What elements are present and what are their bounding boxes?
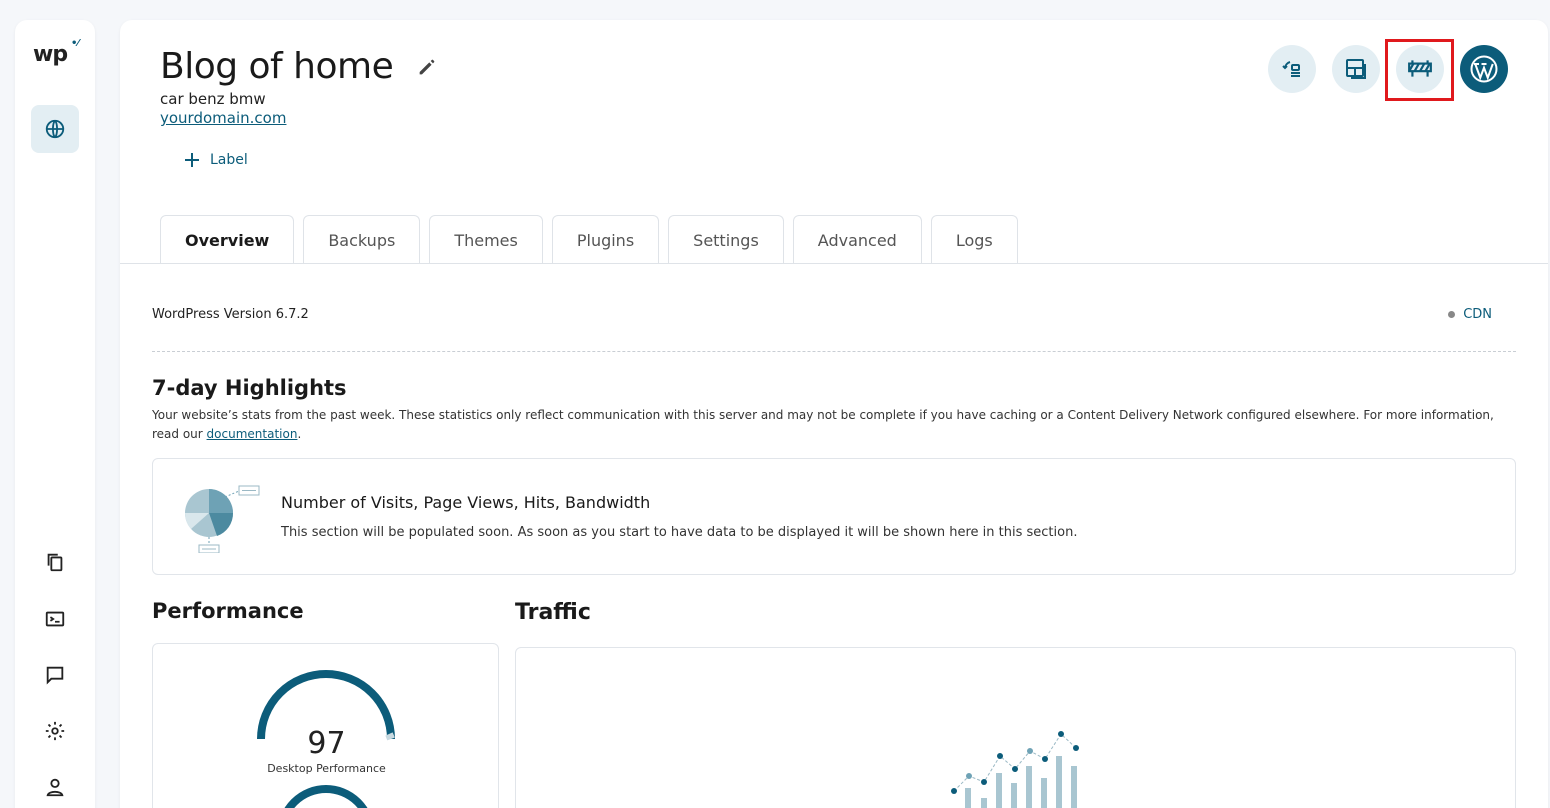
tab-bar: Overview Backups Themes Plugins Settings… bbox=[160, 215, 1018, 264]
copy-icon bbox=[47, 553, 63, 572]
chat-icon bbox=[46, 666, 64, 685]
wordpress-admin-button[interactable] bbox=[1460, 45, 1508, 93]
settings-nav-button[interactable] bbox=[43, 719, 67, 743]
cdn-label: CDN bbox=[1463, 307, 1492, 322]
tab-logs[interactable]: Logs bbox=[930, 215, 1018, 264]
gear-icon bbox=[45, 721, 65, 741]
cdn-status-dot bbox=[1448, 311, 1456, 318]
sidebar: wp •⁄ bbox=[15, 20, 95, 808]
performance-card: 97 Desktop Performance bbox=[152, 643, 499, 808]
tab-advanced[interactable]: Advanced bbox=[792, 215, 922, 264]
edit-title-button[interactable] bbox=[416, 56, 438, 78]
highlights-empty-card: Number of Visits, Page Views, Hits, Band… bbox=[152, 458, 1516, 575]
highlights-description-end: . bbox=[297, 427, 302, 441]
tab-overview[interactable]: Overview bbox=[160, 215, 295, 264]
empty-state-title: Number of Visits, Page Views, Hits, Band… bbox=[281, 493, 651, 512]
layout-icon bbox=[1346, 59, 1366, 79]
documentation-link[interactable]: documentation bbox=[207, 427, 298, 441]
add-label-button[interactable]: Label bbox=[184, 152, 248, 168]
tab-settings[interactable]: Settings bbox=[668, 215, 784, 264]
wp-logo[interactable]: wp •⁄ bbox=[33, 38, 79, 67]
pencil-icon bbox=[419, 59, 435, 75]
maintenance-mode-button[interactable] bbox=[1385, 39, 1454, 101]
highlight-box bbox=[1385, 39, 1454, 101]
terminal-nav-button[interactable] bbox=[43, 607, 67, 631]
desktop-performance-label: Desktop Performance bbox=[267, 762, 386, 775]
plus-icon bbox=[185, 153, 199, 167]
wordpress-icon bbox=[1470, 55, 1498, 83]
restore-icon bbox=[1282, 61, 1300, 77]
traffic-chart-illustration-icon bbox=[951, 731, 1079, 808]
support-nav-button[interactable] bbox=[43, 663, 67, 687]
highlights-description: Your website’s stats from the past week.… bbox=[152, 406, 1502, 444]
globe-icon bbox=[45, 119, 65, 139]
traffic-title: Traffic bbox=[515, 600, 591, 625]
cdn-status-link[interactable]: CDN bbox=[1448, 307, 1492, 322]
performance-title: Performance bbox=[152, 599, 304, 623]
tabs-divider bbox=[120, 263, 1548, 264]
add-label-text: Label bbox=[210, 152, 248, 168]
traffic-card bbox=[515, 647, 1516, 808]
section-divider bbox=[152, 351, 1516, 352]
wordpress-version: WordPress Version 6.7.2 bbox=[152, 307, 309, 322]
user-icon bbox=[46, 778, 64, 797]
empty-state-text: This section will be populated soon. As … bbox=[281, 525, 1078, 540]
account-nav-button[interactable] bbox=[43, 775, 67, 799]
tab-plugins[interactable]: Plugins bbox=[551, 215, 660, 264]
main-panel: Blog of home car benz bmw yourdomain.com… bbox=[120, 20, 1548, 808]
site-domain-link[interactable]: yourdomain.com bbox=[160, 109, 286, 127]
highlights-title: 7-day Highlights bbox=[152, 376, 347, 400]
site-actions bbox=[1268, 39, 1508, 101]
staging-button[interactable] bbox=[1332, 45, 1380, 93]
site-title: Blog of home bbox=[160, 46, 394, 87]
restore-button[interactable] bbox=[1268, 45, 1316, 93]
files-nav-button[interactable] bbox=[43, 550, 67, 574]
tab-themes[interactable]: Themes bbox=[429, 215, 543, 264]
sites-nav-button[interactable] bbox=[31, 105, 79, 153]
desktop-performance-score: 97 bbox=[307, 726, 346, 761]
tab-backups[interactable]: Backups bbox=[303, 215, 421, 264]
terminal-icon bbox=[45, 611, 65, 627]
pie-chart-illustration-icon bbox=[184, 485, 260, 553]
site-description: car benz bmw bbox=[160, 90, 266, 108]
highlights-description-text: Your website’s stats from the past week.… bbox=[152, 408, 1494, 441]
